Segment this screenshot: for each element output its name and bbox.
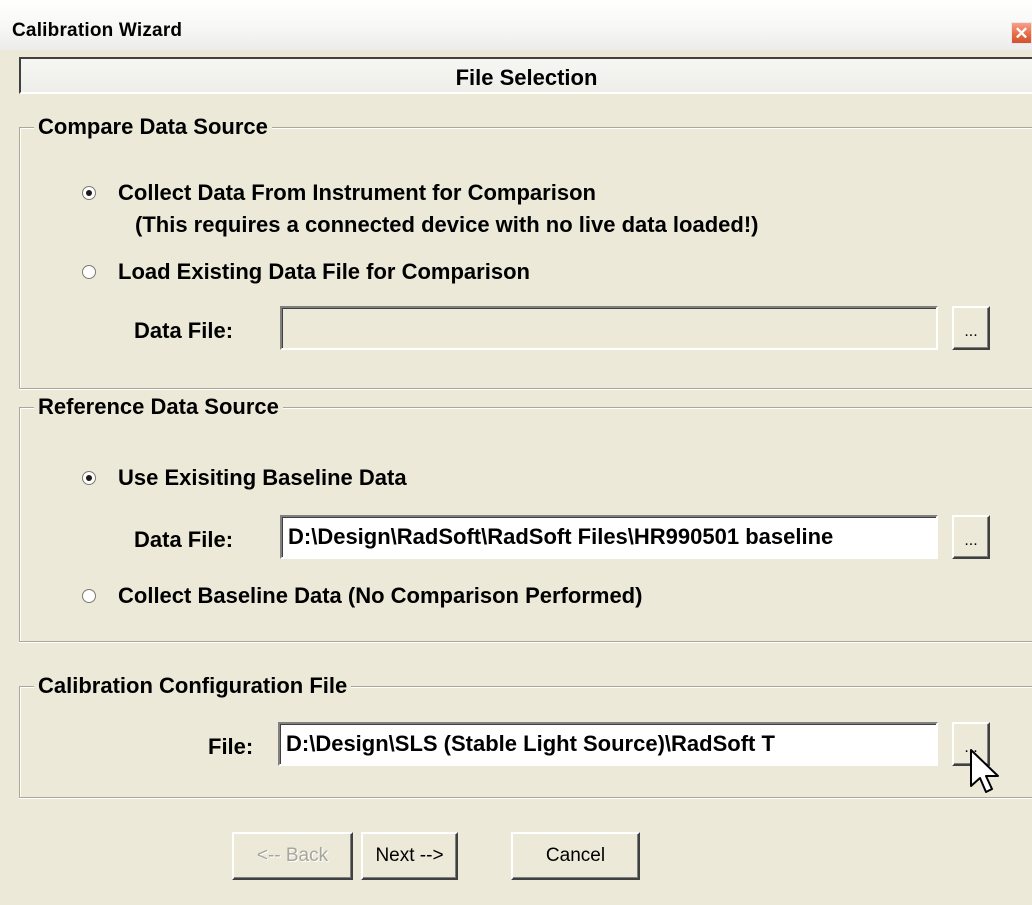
radio-use-existing-baseline-label: Use Exisiting Baseline Data [118,465,407,490]
radio-checked-icon[interactable] [82,186,96,200]
radio-load-existing-file-label: Load Existing Data File for Comparison [118,259,530,284]
config-file-label: File: [208,734,254,759]
compare-data-source-label: Compare Data Source [34,113,272,141]
page-title: File Selection [455,65,598,90]
close-icon: ✕ [1014,23,1029,43]
radio-collect-baseline[interactable]: Collect Baseline Data (No Comparison Per… [82,583,642,609]
page-title-banner: File Selection [19,57,1032,94]
calibration-config-label: Calibration Configuration File [34,672,352,700]
config-file-input[interactable]: D:\Design\SLS (Stable Light Source)\RadS… [278,722,938,766]
radio-checked-icon[interactable] [82,471,96,485]
radio-unchecked-icon[interactable] [82,589,96,603]
radio-collect-from-instrument-label: Collect Data From Instrument for Compari… [118,180,596,205]
instrument-requirement-note: (This requires a connected device with n… [135,212,759,237]
reference-data-file-label: Data File: [134,527,234,552]
reference-browse-button[interactable]: ... [952,515,990,559]
compare-browse-button[interactable]: ... [952,306,990,350]
next-button[interactable]: Next --> [361,832,458,880]
compare-data-file-input[interactable] [280,306,938,350]
calibration-wizard-window: Calibration Wizard ✕ File Selection Comp… [0,0,1032,905]
compare-data-file-label: Data File: [134,318,234,343]
close-button[interactable]: ✕ [1011,22,1032,44]
radio-collect-baseline-label: Collect Baseline Data (No Comparison Per… [118,583,643,608]
radio-unchecked-icon[interactable] [82,265,96,279]
reference-data-source-label: Reference Data Source [34,393,283,421]
back-button[interactable]: <-- Back [232,832,353,880]
reference-data-file-input[interactable]: D:\Design\RadSoft\RadSoft Files\HR990501… [280,515,938,559]
mouse-pointer-icon [970,749,999,793]
radio-use-existing-baseline[interactable]: Use Exisiting Baseline Data [82,465,407,491]
radio-load-existing-file[interactable]: Load Existing Data File for Comparison [82,259,530,285]
radio-collect-from-instrument[interactable]: Collect Data From Instrument for Compari… [82,180,596,206]
title-bar[interactable]: Calibration Wizard ✕ [0,0,1032,50]
window-title: Calibration Wizard [12,20,183,41]
cancel-button[interactable]: Cancel [511,832,640,880]
